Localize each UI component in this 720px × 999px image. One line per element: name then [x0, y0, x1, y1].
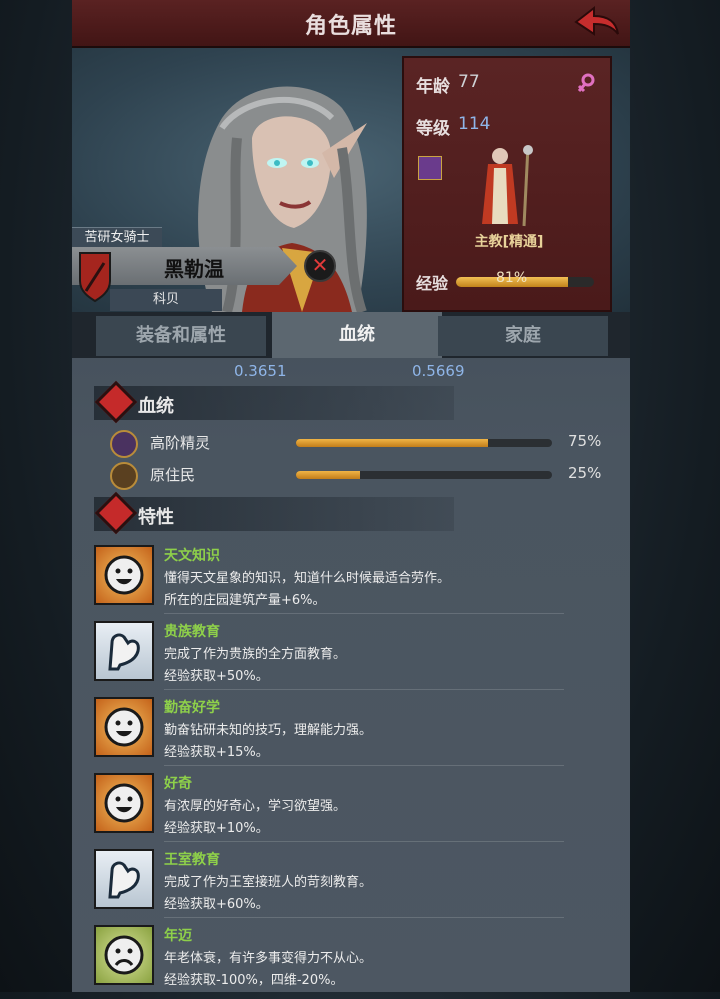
- lineage-row: 原住民 25%: [110, 462, 610, 490]
- trait-name: 勤奋好学: [164, 700, 220, 716]
- trait-name: 贵族教育: [164, 624, 220, 640]
- female-gender-icon: [576, 72, 596, 98]
- trait-effect: 经验获取+10%。: [164, 821, 269, 836]
- flame-icon: [94, 491, 138, 535]
- trait-description: 勤奋钻研未知的技巧，理解能力强。: [164, 723, 373, 738]
- stat-right: 0.5669: [412, 362, 465, 380]
- sad-face-icon: [94, 925, 154, 985]
- lineage-percent: 25%: [568, 464, 602, 482]
- trait-name: 年迈: [164, 928, 192, 944]
- lineage-bar: [296, 439, 552, 447]
- lineage-title: 血统: [138, 396, 174, 417]
- shield-icon: [78, 251, 112, 303]
- trait-item[interactable]: 贵族教育完成了作为贵族的全方面教育。 经验获取+50%。: [94, 621, 564, 695]
- lineage-percent: 75%: [568, 432, 602, 450]
- lineage-name: 原住民: [150, 466, 196, 484]
- back-arrow-icon: [574, 5, 619, 36]
- trait-effect: 经验获取-100%，四维-20%。: [164, 973, 344, 988]
- high-elf-icon: [110, 430, 138, 458]
- level-value: 114: [458, 114, 491, 134]
- tab-bar: 装备和属性 血统 家庭: [72, 312, 630, 358]
- xp-label: 经验: [416, 274, 449, 293]
- header-bar: 角色属性: [72, 0, 630, 49]
- trait-effect: 经验获取+60%。: [164, 897, 269, 912]
- smile-face-icon: [94, 545, 154, 605]
- traits-section-header: 特性: [94, 491, 454, 535]
- stat-left: 0.3651: [234, 362, 287, 380]
- age-label: 年龄: [416, 77, 450, 97]
- trait-item[interactable]: 好奇有浓厚的好奇心，学习欲望强。 经验获取+10%。: [94, 773, 564, 847]
- trait-item[interactable]: 王室教育完成了作为王室接班人的苛刻教育。 经验获取+60%。: [94, 849, 564, 923]
- page-title: 角色属性: [304, 14, 397, 39]
- trait-effect: 经验获取+15%。: [164, 745, 269, 760]
- trait-name: 天文知识: [164, 548, 220, 564]
- trait-effect: 所在的庄园建筑产量+6%。: [164, 593, 326, 608]
- lineage-section-header: 血统: [94, 380, 454, 424]
- lineage-bar: [296, 471, 552, 479]
- divider: [164, 765, 564, 766]
- trait-description: 完成了作为贵族的全方面教育。: [164, 647, 347, 662]
- flexed-arm-icon: [94, 849, 154, 909]
- tab-family[interactable]: 家庭: [438, 316, 608, 356]
- class-badge-icon: [418, 156, 442, 180]
- trait-description: 懂得天文星象的知识，知道什么时候最适合劳作。: [164, 571, 451, 586]
- class-figure-icon: [482, 145, 533, 227]
- tab-lineage[interactable]: 血统: [272, 312, 442, 358]
- native-leaf-icon: [110, 462, 138, 490]
- trait-description: 完成了作为王室接班人的苛刻教育。: [164, 875, 373, 890]
- rank-title: 苦研女骑士: [72, 227, 162, 248]
- trait-item[interactable]: 年迈年老体衰，有许多事变得力不从心。 经验获取-100%，四维-20%。: [94, 925, 474, 999]
- divider: [164, 689, 564, 690]
- trait-name: 好奇: [164, 776, 192, 792]
- close-icon: ✕: [311, 253, 329, 277]
- character-surname: 科贝: [110, 289, 222, 311]
- lineage-name: 高阶精灵: [150, 434, 211, 452]
- trait-description: 年老体衰，有许多事变得力不从心。: [164, 951, 373, 966]
- level-label: 等级: [416, 119, 450, 139]
- divider: [164, 613, 564, 614]
- traits-title: 特性: [138, 507, 174, 528]
- divider: [164, 841, 564, 842]
- smile-face-icon: [94, 773, 154, 833]
- trait-item[interactable]: 天文知识懂得天文星象的知识，知道什么时候最适合劳作。 所在的庄园建筑产量+6%。: [94, 545, 564, 619]
- info-card: 年龄 77 等级 114 主教[精通] 经验 81%: [402, 56, 612, 312]
- lineage-row: 高阶精灵 75%: [110, 430, 610, 458]
- trait-description: 有浓厚的好奇心，学习欲望强。: [164, 799, 347, 814]
- lineage-bar-fill: [296, 471, 360, 479]
- class-name: 主教[精通]: [474, 234, 544, 250]
- trait-effect: 经验获取+50%。: [164, 669, 269, 684]
- age-value: 77: [458, 72, 480, 92]
- smile-face-icon: [94, 697, 154, 757]
- trait-name: 王室教育: [164, 852, 220, 868]
- trait-item[interactable]: 勤奋好学勤奋钻研未知的技巧，理解能力强。 经验获取+15%。: [94, 697, 564, 771]
- back-button[interactable]: [572, 4, 622, 40]
- divider: [164, 917, 564, 918]
- character-name: 黑勒温: [164, 257, 224, 281]
- lineage-bar-fill: [296, 439, 488, 447]
- blood-drop-icon: [94, 380, 138, 424]
- dismiss-button[interactable]: ✕: [304, 250, 336, 282]
- tab-equipment[interactable]: 装备和属性: [96, 316, 266, 356]
- flexed-arm-icon: [94, 621, 154, 681]
- xp-percent: 81%: [496, 270, 528, 286]
